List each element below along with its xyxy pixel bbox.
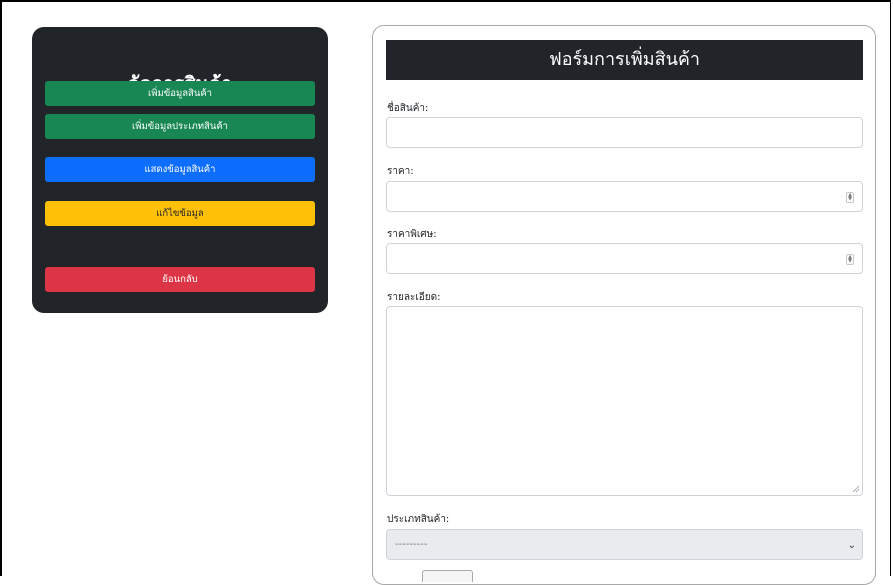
product-name-input[interactable]	[386, 117, 863, 148]
detail-textarea[interactable]	[386, 306, 863, 496]
category-label: ประเภทสินค้า:	[387, 514, 450, 525]
show-products-button[interactable]: แสดงข้อมูลสินค้า	[45, 157, 315, 182]
price-label: ราคา:	[387, 166, 414, 177]
add-category-button[interactable]: เพิ่มข้อมูลประเภทสินค้า	[45, 114, 315, 139]
form-card	[372, 25, 876, 585]
resize-grip-icon[interactable]	[852, 485, 860, 493]
special-price-label: ราคาพิเศษ:	[387, 229, 437, 240]
special-price-input[interactable]: ▲ ▼	[386, 243, 863, 274]
number-spinner-icon[interactable]: ▲ ▼	[846, 192, 854, 203]
submit-button[interactable]	[422, 570, 473, 582]
form-header: ฟอร์มการเพิ่มสินค้า	[386, 40, 863, 80]
sidebar-panel: จัดการสินค้า เพิ่มข้อมูลสินค้า เพิ่มข้อม…	[32, 27, 328, 313]
price-input[interactable]: ▲ ▼	[386, 181, 863, 212]
edit-data-button[interactable]: แก้ไขข้อมูล	[45, 201, 315, 226]
detail-label: รายละเอียด:	[387, 292, 441, 303]
category-select[interactable]: --------- ⌄	[386, 529, 863, 560]
category-selected-value: ---------	[395, 539, 428, 550]
number-spinner-icon[interactable]: ▲ ▼	[846, 254, 854, 265]
product-name-label: ชื่อสินค้า:	[387, 103, 429, 114]
chevron-down-icon: ⌄	[847, 540, 856, 551]
add-product-button[interactable]: เพิ่มข้อมูลสินค้า	[45, 81, 315, 106]
back-button[interactable]: ย้อนกลับ	[45, 267, 315, 292]
